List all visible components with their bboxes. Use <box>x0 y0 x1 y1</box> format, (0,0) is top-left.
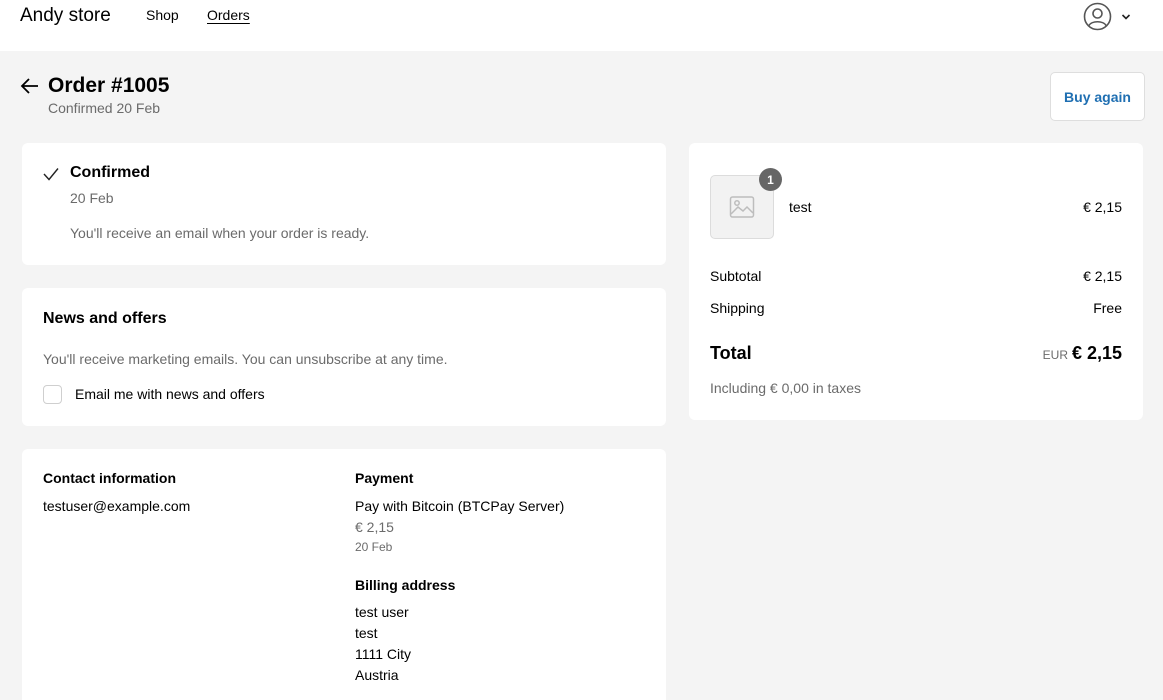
account-menu-button[interactable] <box>1083 2 1135 31</box>
billing-line: test <box>355 625 378 641</box>
nav-shop-link[interactable]: Shop <box>146 7 179 23</box>
news-title: News and offers <box>43 310 167 327</box>
news-checkbox[interactable] <box>43 385 62 404</box>
total-label: Total <box>710 343 752 363</box>
payment-method: Pay with Bitcoin (BTCPay Server) <box>355 498 565 514</box>
shipping-label: Shipping <box>710 300 765 316</box>
order-status-card: Confirmed 20 Feb You'll receive an email… <box>22 143 666 265</box>
quantity-badge: 1 <box>759 168 782 191</box>
billing-line: 1111 City <box>355 646 412 662</box>
billing-line: test user <box>355 604 409 620</box>
payment-date: 20 Feb <box>355 540 393 554</box>
shipping-value: Free <box>1093 300 1122 316</box>
payment-amount: € 2,15 <box>355 519 394 535</box>
chevron-down-icon <box>1121 14 1131 20</box>
checkmark-icon <box>43 168 59 181</box>
contact-heading: Contact information <box>43 470 176 486</box>
store-brand[interactable]: Andy store <box>20 5 111 27</box>
status-title: Confirmed <box>70 164 150 181</box>
top-bar: Andy store Shop Orders <box>0 0 1163 51</box>
billing-line: Austria <box>355 667 399 683</box>
subtotal-value: € 2,15 <box>1083 268 1122 284</box>
status-message: You'll receive an email when your order … <box>70 225 370 241</box>
order-subtitle: Confirmed 20 Feb <box>48 100 161 116</box>
order-summary-card: 1 test € 2,15 Subtotal € 2,15 Shipping F… <box>689 143 1143 420</box>
contact-email: testuser@example.com <box>43 498 191 514</box>
product-name: test <box>789 199 812 215</box>
product-price: € 2,15 <box>1083 199 1122 215</box>
nav-orders-link[interactable]: Orders <box>207 7 250 23</box>
buy-again-button[interactable]: Buy again <box>1050 72 1145 121</box>
news-checkbox-label[interactable]: Email me with news and offers <box>75 386 265 402</box>
status-date: 20 Feb <box>70 190 114 206</box>
news-message: You'll receive marketing emails. You can… <box>43 351 448 367</box>
tax-note: Including € 0,00 in taxes <box>710 380 861 396</box>
billing-heading: Billing address <box>355 577 456 593</box>
user-avatar-icon <box>1083 2 1112 31</box>
back-arrow-icon[interactable] <box>20 77 40 95</box>
page-title: Order #1005 <box>48 74 170 97</box>
subtotal-label: Subtotal <box>710 268 762 284</box>
total-value: € 2,15 <box>1071 343 1122 363</box>
image-placeholder-icon <box>729 196 755 218</box>
total-currency: EUR <box>1042 348 1068 362</box>
payment-heading: Payment <box>355 470 414 486</box>
order-details-card: Contact information testuser@example.com… <box>22 449 666 700</box>
news-offers-card: News and offers You'll receive marketing… <box>22 288 666 426</box>
